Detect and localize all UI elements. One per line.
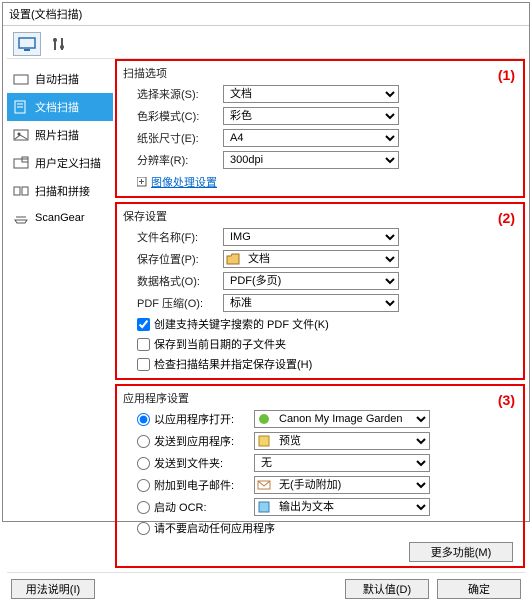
compress-select[interactable]: 标准 [223,294,399,312]
sidebar-item-label: 用户定义扫描 [35,155,101,171]
source-label: 选择来源(S): [137,86,223,102]
check-results-label: 检查扫描结果并指定保存设置(H) [154,356,312,372]
scan-options-section: (1) 扫描选项 选择来源(S): 文档 色彩模式(C): 彩色 纸张尺寸(E)… [115,59,525,198]
open-with-app-radio[interactable] [137,413,150,426]
open-with-app-select[interactable]: Canon My Image Garden [273,411,429,427]
app-settings-title: 应用程序设置 [123,388,517,408]
photo-scan-icon [13,128,29,142]
sidebar-item-document-scan[interactable]: 文档扫描 [7,93,113,121]
title-bar: 设置(文档扫描) [3,3,529,26]
sidebar-item-custom-scan[interactable]: 用户定义扫描 [7,149,113,177]
section-number-2: (2) [498,210,515,226]
auto-scan-icon [13,72,29,86]
section-number-3: (3) [498,392,515,408]
send-to-folder-select[interactable]: 无 [254,454,430,472]
paper-size-select[interactable]: A4 [223,129,399,147]
sidebar-item-label: 扫描和拼接 [35,183,90,199]
source-select[interactable]: 文档 [223,85,399,103]
no-app-radio[interactable] [137,522,150,535]
preview-app-icon [257,434,271,448]
attach-email-select[interactable]: 无(手动附加) [273,477,429,493]
text-output-icon [257,500,271,514]
compress-label: PDF 压缩(O): [137,295,223,311]
more-functions-button[interactable]: 更多功能(M) [409,542,513,562]
sidebar-item-auto-scan[interactable]: 自动扫描 [7,65,113,93]
start-ocr-radio[interactable] [137,501,150,514]
color-mode-select[interactable]: 彩色 [223,107,399,125]
pdf-keyword-label: 创建支持关键字搜索的 PDF 文件(K) [154,316,329,332]
sidebar-item-stitch-scan[interactable]: 扫描和拼接 [7,177,113,205]
subfolder-label: 保存到当前日期的子文件夹 [154,336,286,352]
attach-email-label: 附加到电子邮件: [154,477,250,493]
window-title: 设置(文档扫描) [9,6,82,22]
ok-button[interactable]: 确定 [437,579,521,599]
expand-icon[interactable] [137,177,147,187]
sidebar-item-label: ScanGear [35,212,85,224]
attach-email-radio[interactable] [137,479,150,492]
folder-icon [226,252,240,266]
section-number-1: (1) [498,67,515,83]
pdf-keyword-checkbox[interactable] [137,318,150,331]
open-with-app-label: 以应用程序打开: [154,411,250,427]
mail-icon [257,478,271,492]
sidebar: 自动扫描 文档扫描 照片扫描 用户定义扫描 扫描和拼接 [7,59,113,572]
format-select[interactable]: PDF(多页) [223,272,399,290]
save-settings-title: 保存设置 [123,206,517,226]
image-processing-link[interactable]: 图像处理设置 [151,174,217,190]
scan-options-title: 扫描选项 [123,63,517,83]
save-settings-section: (2) 保存设置 文件名称(F): IMG 保存位置(P): 文档 [115,202,525,380]
tab-scan-from-computer[interactable] [13,32,41,56]
footer: 用法说明(I) 默认值(D) 确定 [7,572,525,601]
defaults-button[interactable]: 默认值(D) [345,579,429,599]
sidebar-item-scangear[interactable]: ScanGear [7,205,113,231]
sidebar-item-photo-scan[interactable]: 照片扫描 [7,121,113,149]
filename-label: 文件名称(F): [137,229,223,245]
document-scan-icon [13,100,29,114]
mode-toolbar [7,30,525,59]
sidebar-item-label: 自动扫描 [35,71,79,87]
sidebar-item-label: 文档扫描 [35,99,79,115]
color-mode-label: 色彩模式(C): [137,108,223,124]
help-button[interactable]: 用法说明(I) [11,579,95,599]
tab-settings-tools[interactable] [45,32,73,56]
start-ocr-label: 启动 OCR: [154,499,250,515]
no-app-label: 请不要启动任何应用程序 [154,520,275,536]
format-label: 数据格式(O): [137,273,223,289]
send-to-folder-radio[interactable] [137,457,150,470]
custom-scan-icon [13,156,29,170]
resolution-label: 分辨率(R): [137,152,223,168]
check-results-checkbox[interactable] [137,358,150,371]
start-ocr-select[interactable]: 输出为文本 [273,499,429,515]
saveto-label: 保存位置(P): [137,251,223,267]
paper-size-label: 纸张尺寸(E): [137,130,223,146]
subfolder-checkbox[interactable] [137,338,150,351]
filename-combo[interactable]: IMG [223,228,399,246]
send-to-app-select[interactable]: 预览 [273,433,429,449]
tools-icon [49,36,69,52]
sidebar-item-label: 照片扫描 [35,127,79,143]
send-to-folder-label: 发送到文件夹: [154,455,250,471]
leaf-icon [257,412,271,426]
resolution-select[interactable]: 300dpi [223,151,399,169]
scanner-icon [13,211,29,225]
monitor-icon [17,36,37,52]
stitch-icon [13,184,29,198]
saveto-select[interactable]: 文档 [242,251,398,267]
send-to-app-label: 发送到应用程序: [154,433,250,449]
send-to-app-radio[interactable] [137,435,150,448]
app-settings-section: (3) 应用程序设置 以应用程序打开: Canon My Image Garde… [115,384,525,568]
